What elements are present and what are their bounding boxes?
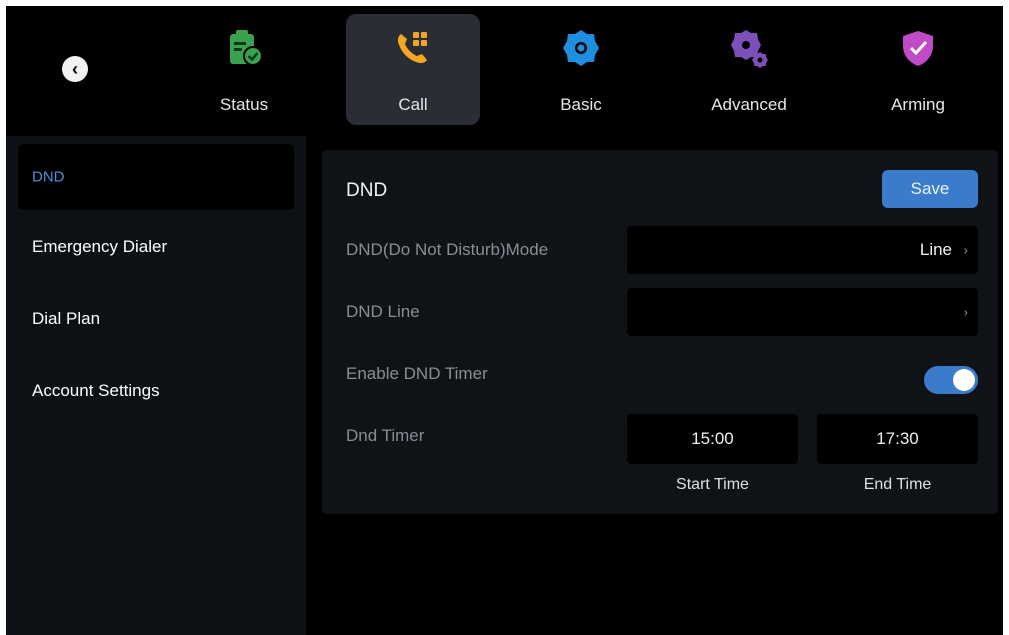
- back-button[interactable]: ‹: [62, 56, 88, 82]
- panel-title: DND: [346, 180, 388, 201]
- tab-advanced[interactable]: Advanced: [682, 14, 816, 125]
- sidebar-item-account-settings[interactable]: Account Settings: [18, 358, 294, 424]
- enable-dnd-timer-label: Enable DND Timer: [346, 364, 488, 383]
- sidebar-item-emergency-dialer[interactable]: Emergency Dialer: [18, 214, 294, 280]
- save-button[interactable]: Save: [882, 170, 978, 208]
- gear-icon: [563, 30, 599, 66]
- dnd-mode-value: Line: [919, 240, 952, 259]
- dnd-mode-select[interactable]: Line ›: [627, 226, 978, 274]
- enable-dnd-timer-toggle[interactable]: [924, 366, 978, 394]
- tab-arming[interactable]: Arming: [851, 14, 985, 125]
- sidebar: DND Emergency Dialer Dial Plan Account S…: [6, 136, 306, 635]
- sidebar-item-label: DND: [32, 168, 65, 186]
- chevron-left-icon: ‹: [72, 59, 78, 79]
- dnd-line-select[interactable]: ›: [627, 288, 978, 336]
- sidebar-item-label: Dial Plan: [32, 309, 101, 328]
- chevron-right-icon: ›: [963, 242, 968, 258]
- dnd-timer-label: Dnd Timer: [346, 426, 425, 445]
- gears-icon: [731, 30, 768, 68]
- dnd-line-label: DND Line: [346, 302, 420, 321]
- tab-basic-label: Basic: [560, 95, 602, 114]
- sidebar-item-dnd[interactable]: DND: [18, 144, 294, 210]
- tab-arming-label: Arming: [891, 95, 945, 114]
- tab-call-label: Call: [398, 95, 428, 114]
- start-time-caption: Start Time: [676, 476, 749, 493]
- tab-advanced-label: Advanced: [711, 95, 787, 114]
- sidebar-item-dial-plan[interactable]: Dial Plan: [18, 286, 294, 352]
- clipboard-check-icon: [230, 30, 263, 66]
- dnd-settings-panel: DND Save DND(Do Not Disturb)Mode Line › …: [322, 150, 998, 514]
- tab-status[interactable]: Status: [177, 14, 311, 125]
- shield-check-icon: [903, 31, 933, 66]
- screen: ‹ Status Call Basic Advanced Arming DND …: [6, 6, 1003, 635]
- dnd-mode-label: DND(Do Not Disturb)Mode: [346, 240, 549, 259]
- sidebar-item-label: Account Settings: [32, 381, 160, 400]
- start-time-field[interactable]: 15:00: [627, 414, 798, 464]
- tab-call[interactable]: Call: [346, 14, 480, 125]
- end-time-caption: End Time: [863, 476, 932, 493]
- end-time-field[interactable]: 17:30: [817, 414, 978, 464]
- toggle-knob: [953, 369, 975, 391]
- top-navigation: ‹ Status Call Basic Advanced Arming: [6, 6, 1003, 136]
- tab-basic[interactable]: Basic: [514, 14, 648, 125]
- phone-keypad-icon: [397, 32, 427, 64]
- chevron-right-icon: ›: [963, 304, 968, 320]
- sidebar-item-label: Emergency Dialer: [32, 237, 168, 256]
- tab-status-label: Status: [219, 95, 269, 114]
